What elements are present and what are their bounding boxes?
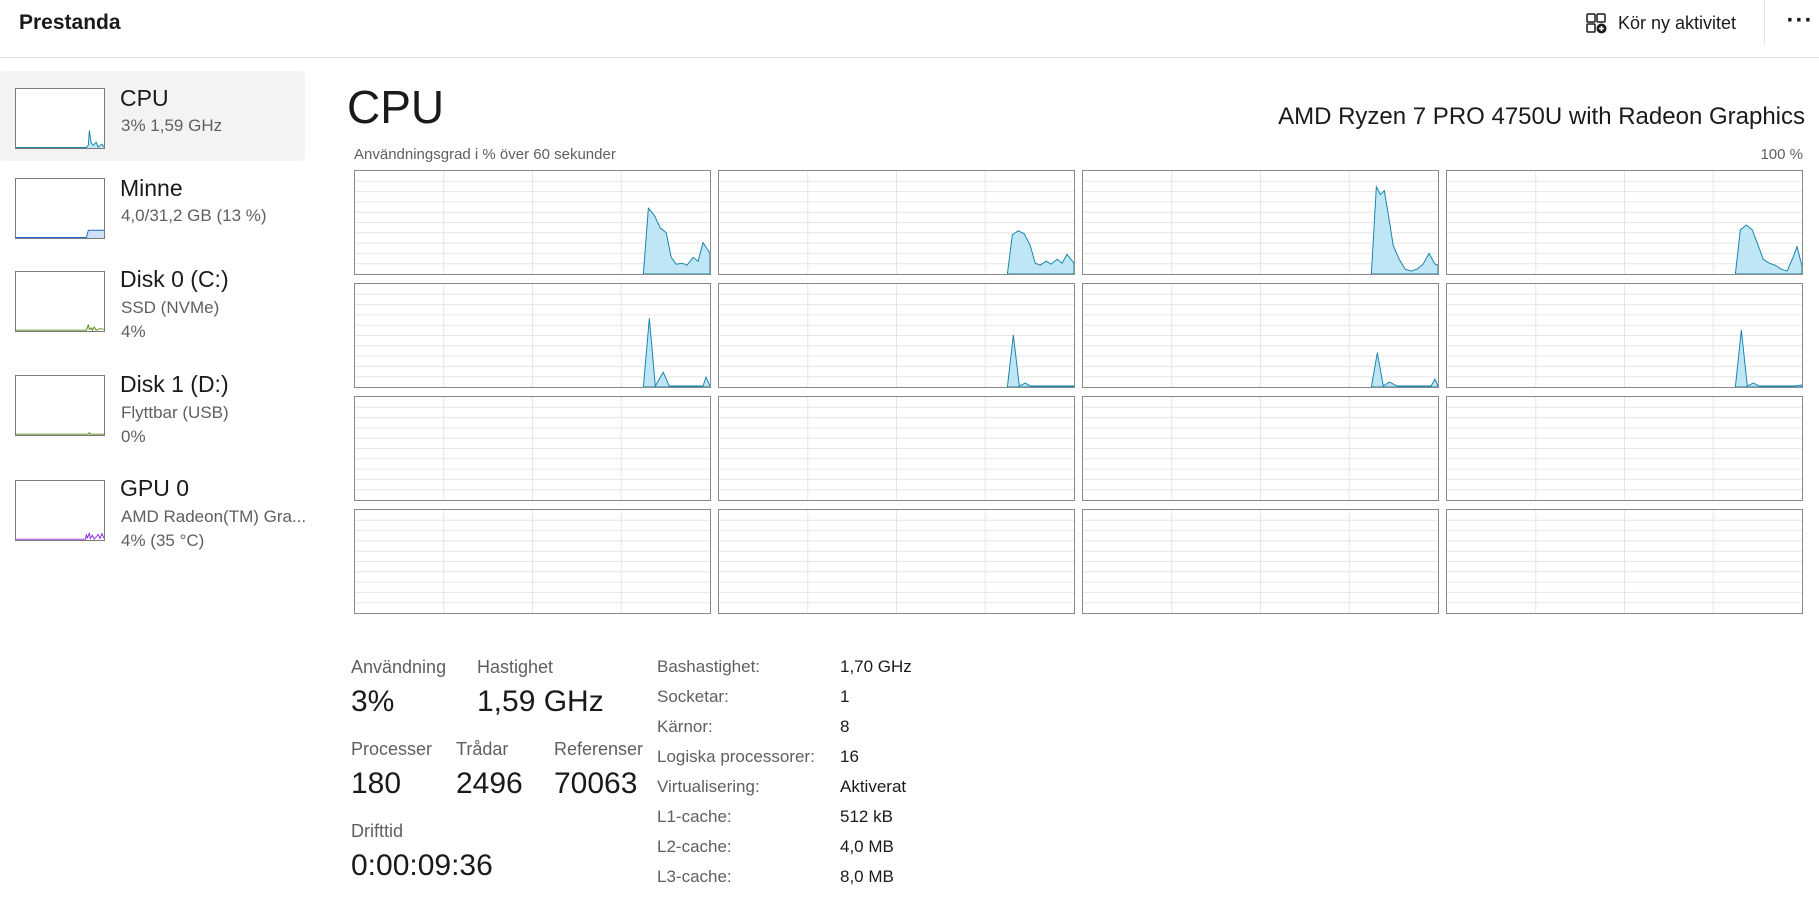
cpu-core-graph xyxy=(354,170,711,275)
sidebar-item-detail: 0% xyxy=(121,427,146,446)
sidebar-item-label: Disk 0 (C:) xyxy=(120,266,229,292)
disk1-thumbnail-graph xyxy=(15,375,105,436)
sidebar-item-detail: 3% 1,59 GHz xyxy=(121,116,223,135)
spec-label: L2-cache: xyxy=(657,837,732,856)
sidebar-item-label: Minne xyxy=(120,175,183,201)
uptime-label: Drifttid xyxy=(351,821,404,841)
run-new-task-label: Kör ny aktivitet xyxy=(1618,12,1737,33)
main-title: CPU xyxy=(347,81,445,133)
processes-value: 180 xyxy=(351,767,402,800)
spec-label: L3-cache: xyxy=(657,867,732,886)
cpu-core-graph xyxy=(354,509,711,614)
spec-label: Socketar: xyxy=(657,687,729,706)
threads-label: Trådar xyxy=(456,739,509,759)
sidebar-item-label: GPU 0 xyxy=(120,475,190,501)
sidebar-item-detail: Flyttbar (USB) xyxy=(121,403,229,422)
cpu-core-graph xyxy=(1082,170,1439,275)
spec-label: Logiska processorer: xyxy=(657,747,815,766)
header: Prestanda Kör ny aktivitet ··· xyxy=(0,0,1819,58)
cpu-core-graph xyxy=(1082,283,1439,388)
speed-value: 1,59 GHz xyxy=(477,685,604,718)
spec-value: 16 xyxy=(840,747,859,766)
uptime-value: 0:00:09:36 xyxy=(351,849,493,882)
sidebar-item-memory[interactable]: Minne 4,0/31,2 GB (13 %) xyxy=(0,161,305,251)
header-divider xyxy=(1764,0,1765,44)
sidebar-item-label: CPU xyxy=(120,85,169,111)
cpu-core-graph xyxy=(1082,396,1439,501)
more-options-icon[interactable]: ··· xyxy=(1785,6,1815,36)
spec-value: 1 xyxy=(840,687,850,706)
disk0-thumbnail-graph xyxy=(15,271,105,332)
cpu-core-graph xyxy=(354,283,711,388)
run-new-task-button[interactable]: Kör ny aktivitet xyxy=(1584,8,1736,38)
spec-label: L1-cache: xyxy=(657,807,732,826)
cpu-thumbnail-graph xyxy=(15,88,105,149)
usage-value: 3% xyxy=(351,685,395,718)
graph-caption: Användningsgrad i % över 60 sekunder xyxy=(354,146,616,163)
memory-thumbnail-graph xyxy=(15,178,105,239)
sidebar-item-detail: AMD Radeon(TM) Gra... xyxy=(121,507,307,526)
sidebar-item-detail: 4% xyxy=(121,322,146,341)
handles-value: 70063 xyxy=(554,767,638,800)
sidebar-item-detail: 4,0/31,2 GB (13 %) xyxy=(121,206,267,225)
spec-value: Aktiverat xyxy=(840,777,907,796)
cpu-core-graph xyxy=(718,283,1075,388)
new-task-icon xyxy=(1586,13,1607,34)
sidebar-item-label: Disk 1 (D:) xyxy=(120,371,229,397)
spec-label: Virtualisering: xyxy=(657,777,760,796)
sidebar-item-cpu[interactable]: CPU 3% 1,59 GHz xyxy=(0,71,305,161)
spec-label: Kärnor: xyxy=(657,717,713,736)
cpu-core-graph xyxy=(354,396,711,501)
spec-label: Bashastighet: xyxy=(657,657,761,676)
spec-value: 1,70 GHz xyxy=(840,657,912,676)
spec-value: 4,0 MB xyxy=(840,837,894,856)
spec-value: 512 kB xyxy=(840,807,893,826)
spec-value: 8 xyxy=(840,717,850,736)
handles-label: Referenser xyxy=(554,739,644,759)
cpu-core-graph xyxy=(1446,283,1803,388)
gpu0-thumbnail-graph xyxy=(15,480,105,541)
sidebar-item-gpu0[interactable]: GPU 0 AMD Radeon(TM) Gra... 4% (35 °C) xyxy=(0,472,307,562)
processes-label: Processer xyxy=(351,739,433,759)
cpu-core-graph xyxy=(718,509,1075,614)
threads-value: 2496 xyxy=(456,767,523,800)
cpu-core-graph xyxy=(1446,396,1803,501)
cpu-core-graph xyxy=(1082,509,1439,614)
graph-max-label: 100 % xyxy=(1760,146,1803,163)
cpu-model-name: AMD Ryzen 7 PRO 4750U with Radeon Graphi… xyxy=(1278,103,1805,130)
speed-label: Hastighet xyxy=(477,657,554,677)
cpu-core-graph xyxy=(718,396,1075,501)
page-title: Prestanda xyxy=(19,11,121,34)
sidebar-item-disk1[interactable]: Disk 1 (D:) Flyttbar (USB) 0% xyxy=(0,368,305,458)
spec-value: 8,0 MB xyxy=(840,867,894,886)
cpu-core-graph xyxy=(1446,509,1803,614)
sidebar-item-detail: SSD (NVMe) xyxy=(121,298,220,317)
sidebar-item-disk0[interactable]: Disk 0 (C:) SSD (NVMe) 4% xyxy=(0,263,305,353)
cpu-core-graph xyxy=(1446,170,1803,275)
usage-label: Användning xyxy=(351,657,447,677)
cpu-core-graph xyxy=(718,170,1075,275)
sidebar-item-detail: 4% (35 °C) xyxy=(121,531,205,550)
